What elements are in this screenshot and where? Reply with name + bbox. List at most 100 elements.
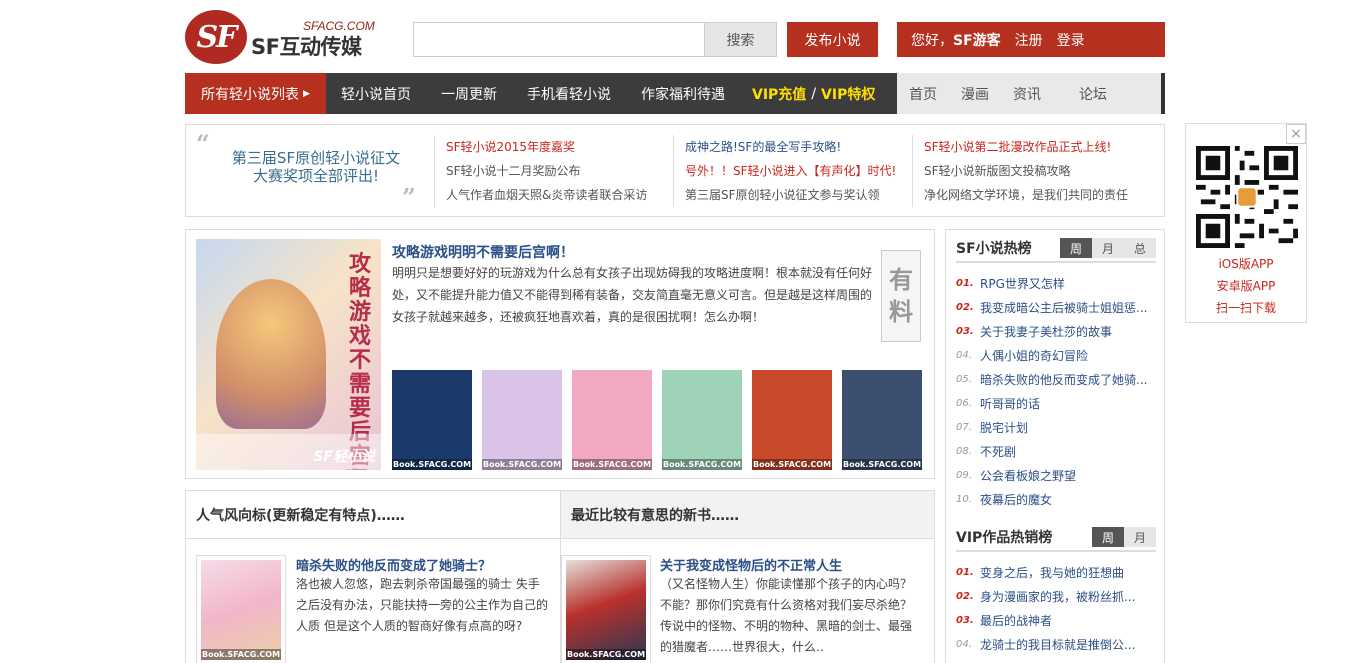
nav-author-benefits[interactable]: 作家福利待遇 <box>626 73 740 114</box>
book-thumbnail[interactable]: Book.SFACG.COM <box>392 370 472 470</box>
ios-app-link[interactable]: iOS版APP <box>1186 255 1306 272</box>
nav-forum[interactable]: 论坛 <box>1067 84 1119 104</box>
rank-number: 02. <box>956 590 974 602</box>
tab-month[interactable]: 月 <box>1124 527 1156 547</box>
popular-section: 人气风向标(更新稳定有特点)…… Book.SFACG.COM 暗杀失败的他反而… <box>185 490 560 663</box>
nav-comics[interactable]: 漫画 <box>949 84 1001 104</box>
announcement-link[interactable]: SF轻小说新版图文投稿攻略 <box>924 159 1144 183</box>
announcement-link[interactable]: 号外！！SF轻小说进入【有声化】时代! <box>685 159 905 183</box>
app-qr-panel: × iOS版APP 安卓版APP 扫一扫下载 <box>1185 123 1307 323</box>
book-cover[interactable]: Book.SFACG.COM <box>196 555 286 663</box>
nav-mobile-read[interactable]: 手机看轻小说 <box>512 73 626 114</box>
announcement-link[interactable]: SF轻小说第二批漫改作品正式上线! <box>924 135 1144 159</box>
search-bar: 搜索 <box>413 22 777 57</box>
rank-title[interactable]: 脱宅计划 <box>980 419 1150 436</box>
announcement-link[interactable]: 净化网络文学环境，是我们共同的责任 <box>924 183 1144 207</box>
nav-weekly-update[interactable]: 一周更新 <box>426 73 512 114</box>
rank-item[interactable]: 07. 脱宅计划 <box>956 415 1156 439</box>
section-title: 人气风向标(更新稳定有特点)…… <box>186 491 560 539</box>
section-title: 最近比较有意思的新书…… <box>561 491 934 539</box>
rank-item[interactable]: 04. 人偶小姐的奇幻冒险 <box>956 343 1156 367</box>
tab-week[interactable]: 周 <box>1060 238 1092 258</box>
book-cover[interactable]: Book.SFACG.COM <box>561 555 651 663</box>
nav-home[interactable]: 首页 <box>897 84 949 104</box>
publish-novel-button[interactable]: 发布小说 <box>787 22 878 57</box>
rank-number: 01. <box>956 277 974 289</box>
book-thumbnail[interactable]: Book.SFACG.COM <box>482 370 562 470</box>
logo-emblem: SF <box>185 10 247 64</box>
rank-title[interactable]: 听哥哥的话 <box>980 395 1150 412</box>
nav-novel-home[interactable]: 轻小说首页 <box>326 73 426 114</box>
register-link[interactable]: 注册 <box>1015 30 1043 50</box>
rank-number: 01. <box>956 566 974 578</box>
login-link[interactable]: 登录 <box>1057 30 1085 50</box>
rank-item[interactable]: 01. 变身之后，我与她的狂想曲 <box>956 560 1156 584</box>
tab-month[interactable]: 月 <box>1092 238 1124 258</box>
rank-item[interactable]: 10. 夜幕后的魔女 <box>956 487 1156 511</box>
book-thumbnail[interactable]: Book.SFACG.COM <box>662 370 742 470</box>
nav-news[interactable]: 资讯 <box>1001 84 1053 104</box>
featured-announcement[interactable]: 第三届SF原创轻小说征文大赛奖项全部评出! <box>226 149 406 185</box>
close-icon[interactable]: × <box>1286 124 1306 144</box>
nav-all-novels[interactable]: 所有轻小说列表 ▶ <box>185 73 326 114</box>
rank-number: 04. <box>956 638 972 650</box>
rank-title[interactable]: 最后的战神者 <box>980 612 1150 629</box>
announcement-link[interactable]: 人气作者血烟天照&炎帝读者联合采访 <box>446 183 666 207</box>
book-title[interactable]: 关于我变成怪物后的不正常人生 <box>660 555 842 574</box>
rank-number: 10. <box>956 493 972 505</box>
book-title[interactable]: 暗杀失败的他反而变成了她骑士？ <box>296 555 491 574</box>
announcement-link[interactable]: 成神之路!SF的最全写手攻略! <box>685 135 905 159</box>
featured-title[interactable]: 攻略游戏明明不需要后宫啊！ <box>392 242 574 262</box>
rank-item[interactable]: 02. 我变成暗公主后被骑士姐姐惩... <box>956 295 1156 319</box>
rank-item[interactable]: 04. 龙骑士的我目标就是推倒公... <box>956 632 1156 656</box>
android-app-link[interactable]: 安卓版APP <box>1186 277 1306 294</box>
rank-item[interactable]: 03. 关于我妻子美杜莎的故事 <box>956 319 1156 343</box>
rank-title[interactable]: 不死剧 <box>980 443 1150 460</box>
search-input[interactable] <box>414 23 704 56</box>
book-thumbnail[interactable]: Book.SFACG.COM <box>842 370 922 470</box>
tab-week[interactable]: 周 <box>1092 527 1124 547</box>
rank-title[interactable]: 龙骑士的我目标就是推倒公... <box>980 636 1150 653</box>
rank-item[interactable]: 06. 听哥哥的话 <box>956 391 1156 415</box>
rank-number: 04. <box>956 349 972 361</box>
rank-title[interactable]: 暗杀失败的他反而变成了她骑... <box>980 371 1150 388</box>
rank-item[interactable]: 09. 公会看板娘之野望 <box>956 463 1156 487</box>
search-button[interactable]: 搜索 <box>704 23 776 56</box>
announcement-link[interactable]: SF轻小说2015年度嘉奖 <box>446 135 666 159</box>
rank-title[interactable]: 人偶小姐的奇幻冒险 <box>980 347 1150 364</box>
announcement-link[interactable]: 第三届SF原创轻小说征文参与奖认领 <box>685 183 905 207</box>
rank-title[interactable]: 夜幕后的魔女 <box>980 491 1150 508</box>
nav-vip-recharge[interactable]: VIP充值 <box>752 84 806 104</box>
rank-title[interactable]: 变身之后，我与她的狂想曲 <box>980 564 1150 581</box>
rank-title[interactable]: 公会看板娘之野望 <box>980 467 1150 484</box>
rank-item[interactable]: 05. 暗杀失败的他反而变成了她骑... <box>956 367 1156 391</box>
rank-item[interactable]: 02. 身为漫画家的我，被粉丝抓... <box>956 584 1156 608</box>
rank-number: 03. <box>956 325 974 337</box>
logo-name: SF互动传媒 <box>251 35 362 59</box>
rank-item[interactable]: 08. 不死剧 <box>956 439 1156 463</box>
rank-title[interactable]: 关于我妻子美杜莎的故事 <box>980 323 1150 340</box>
qr-code-icon <box>1196 146 1298 248</box>
announcement-column: SF轻小说第二批漫改作品正式上线! SF轻小说新版图文投稿攻略 净化网络文学环境… <box>912 135 1144 207</box>
rank-title[interactable]: 身为漫画家的我，被粉丝抓... <box>980 588 1150 605</box>
greeting-text: 您好，SF游客 <box>911 32 1001 49</box>
announcement-panel: “ 第三届SF原创轻小说征文大赛奖项全部评出! ” SF轻小说2015年度嘉奖 … <box>185 124 1165 217</box>
book-thumbnail[interactable]: Book.SFACG.COM <box>752 370 832 470</box>
rank-item[interactable]: 01. RPG世界又怎样 <box>956 271 1156 295</box>
rank-number: 06. <box>956 397 972 409</box>
featured-cover[interactable]: 攻略游戏不需要后宫啊!! SF轻小说 <box>196 239 381 470</box>
hot-rank-header: SF小说热榜 周 月 总 <box>956 235 1156 263</box>
announcement-link[interactable]: SF轻小说十二月奖励公布 <box>446 159 666 183</box>
rank-title[interactable]: 我变成暗公主后被骑士姐姐惩... <box>980 299 1150 316</box>
nav-vip-privilege[interactable]: VIP特权 <box>821 84 875 104</box>
rank-title[interactable]: RPG世界又怎样 <box>980 275 1150 292</box>
book-description: 洛也被人忽悠，跑去刺杀帝国最强的骑士 失手之后没有办法，只能扶持一旁的公主作为自… <box>296 577 549 633</box>
book-cover-image: Book.SFACG.COM <box>201 560 281 660</box>
site-logo[interactable]: SF SFACG.COM SF互动传媒 <box>185 10 385 66</box>
open-quote-icon: “ <box>196 129 210 158</box>
nav-vip: VIP充值 / VIP特权 <box>740 73 887 114</box>
announcement-column: SF轻小说2015年度嘉奖 SF轻小说十二月奖励公布 人气作者血烟天照&炎帝读者… <box>434 135 666 207</box>
tab-total[interactable]: 总 <box>1124 238 1156 258</box>
rank-item[interactable]: 03. 最后的战神者 <box>956 608 1156 632</box>
book-thumbnail[interactable]: Book.SFACG.COM <box>572 370 652 470</box>
